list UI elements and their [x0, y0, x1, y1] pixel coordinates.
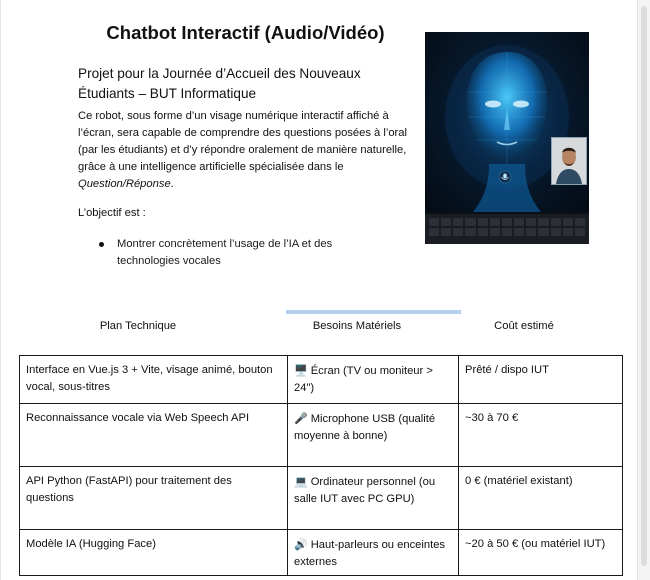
list-item-text: Montrer concrètement l’usage de l’IA et … [117, 238, 333, 267]
cost-cell: ~30 à 70 € [458, 403, 623, 467]
objective-label: L’objectif est : [78, 207, 146, 219]
objective-list: Montrer concrètement l’usage de l’IA et … [78, 236, 378, 270]
digital-face-graphic [445, 45, 569, 212]
material-cell: 💻 Ordinateur personnel (ou salle IUT avec… [287, 466, 459, 530]
material-cell: 🎤 Microphone USB (qualité moyenne à bonne… [287, 403, 459, 467]
material-cell: 🖥️ Écran (TV ou moniteur > 24") [287, 355, 459, 404]
vertical-scrollbar[interactable] [637, 0, 650, 580]
microphone-icon: 🎤 [294, 412, 308, 425]
speaker-icon: 🔊 [294, 538, 308, 551]
cost-cell: ~20 à 50 € (ou matériel IUT) [458, 529, 623, 576]
material-text: Microphone USB (qualité moyenne à bonne) [294, 413, 436, 442]
plan-cell: API Python (FastAPI) pour traitement des… [19, 466, 288, 530]
plan-cell: Interface en Vue.js 3 + Vite, visage ani… [19, 355, 288, 404]
page-title: Chatbot Interactif (Audio/Vidéo) [106, 22, 385, 43]
table-row: Interface en Vue.js 3 + Vite, visage ani… [19, 355, 623, 404]
material-text: Écran (TV ou moniteur > 24") [294, 365, 433, 394]
list-item: Montrer concrètement l’usage de l’IA et … [78, 236, 378, 270]
material-cell: 🔊 Haut-parleurs ou enceintes externes [287, 529, 459, 576]
column-header-material: Besoins Matériels [312, 320, 402, 332]
plan-table: Interface en Vue.js 3 + Vite, visage ani… [19, 355, 623, 576]
plan-cell: Reconnaissance vocale via Web Speech API [19, 403, 288, 467]
description-text: Ce robot, sous forme d’un visage numériq… [78, 110, 407, 173]
cost-cell: 0 € (matériel existant) [458, 466, 623, 530]
desktop-computer-icon: 🖥️ [294, 364, 308, 377]
bullet-icon [99, 242, 104, 247]
column-header-plan: Plan Technique [99, 320, 177, 332]
column-highlight-indicator [286, 310, 461, 314]
page-edge [0, 0, 1, 580]
webcam-thumbnail [551, 137, 587, 185]
material-text: Haut-parleurs ou enceintes externes [294, 539, 446, 568]
chatbot-illustration-image [425, 32, 589, 244]
laptop-keyboard [425, 214, 589, 244]
person-avatar-icon [552, 138, 586, 184]
table-row: Modèle IA (Hugging Face) 🔊 Haut-parleurs … [19, 529, 623, 576]
table-row: API Python (FastAPI) pour traitement des… [19, 466, 623, 530]
laptop-icon: 💻 [294, 475, 308, 488]
column-header-cost: Coût estimé [494, 320, 554, 332]
page-subtitle: Projet pour la Journée d’Accueil des Nou… [78, 66, 361, 101]
scrollbar-thumb[interactable] [641, 6, 647, 566]
table-row: Reconnaissance vocale via Web Speech API… [19, 403, 623, 467]
project-description: Ce robot, sous forme d’un visage numériq… [78, 108, 416, 193]
cost-cell: Prêté / dispo IUT [458, 355, 623, 404]
plan-cell: Modèle IA (Hugging Face) [19, 529, 288, 576]
description-end: . [170, 178, 174, 190]
description-emphasis: Question/Réponse [78, 178, 171, 190]
material-text: Ordinateur personnel (ou salle IUT avec … [294, 476, 436, 505]
